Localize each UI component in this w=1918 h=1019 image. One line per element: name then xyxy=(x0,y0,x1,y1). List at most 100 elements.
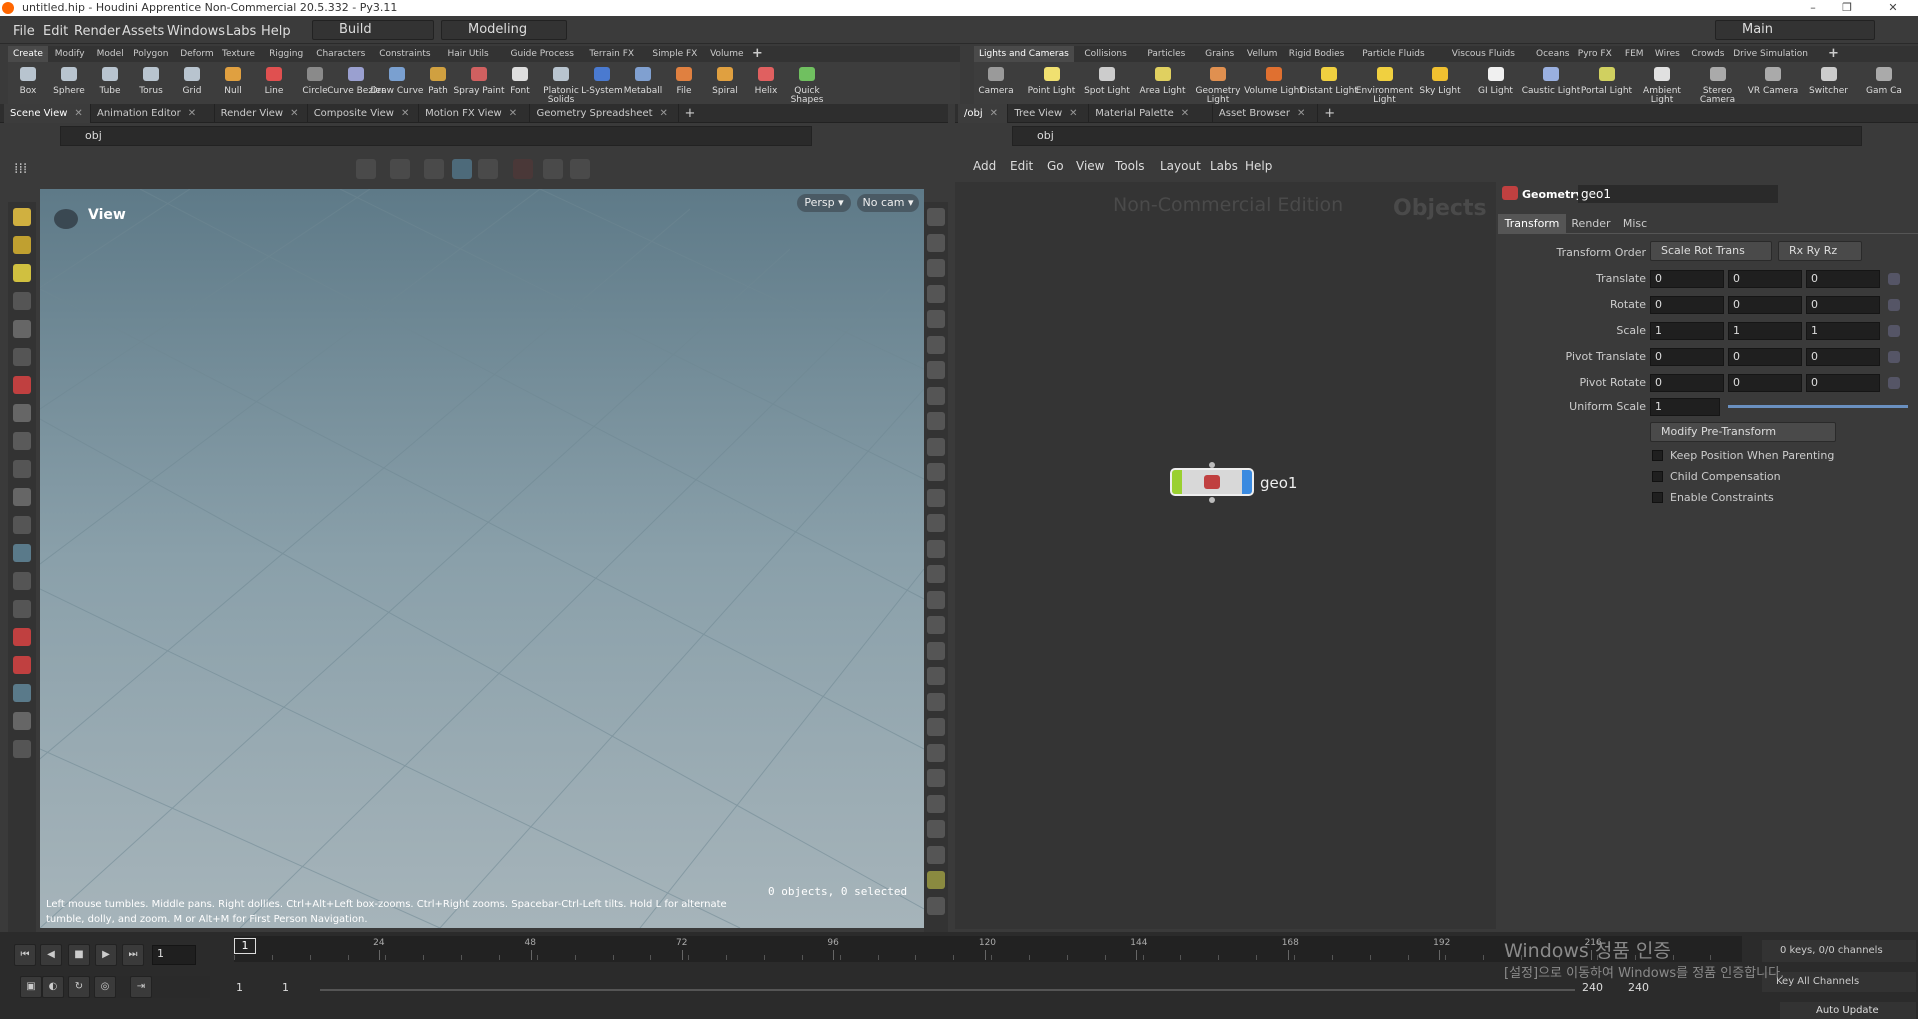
shelf-tab-pyro-fx[interactable]: Pyro FX xyxy=(1573,46,1617,62)
menu-edit[interactable]: Edit xyxy=(43,24,68,39)
persp-button[interactable]: Persp ▾ xyxy=(797,194,851,212)
tool-null[interactable]: Null xyxy=(211,62,255,104)
param-rotate-y[interactable]: 0 xyxy=(1728,296,1802,314)
menu-render[interactable]: Render xyxy=(74,24,120,39)
pane-tab-tree-view[interactable]: Tree View ✕ xyxy=(1008,104,1090,123)
tool-metaball[interactable]: Metaball xyxy=(621,62,665,104)
param-tab-transform[interactable]: Transform xyxy=(1498,214,1566,233)
right-path-field[interactable]: obj xyxy=(1012,126,1862,146)
shelf-tab-create[interactable]: Create xyxy=(8,46,48,62)
shelf-tab-hair-utils[interactable]: Hair Utils xyxy=(443,46,494,62)
select-icon[interactable] xyxy=(356,159,376,179)
right-tool-10-icon[interactable] xyxy=(927,463,945,481)
param-scale-x[interactable]: 1 xyxy=(1650,322,1724,340)
shelf-tab-crowds[interactable]: Crowds xyxy=(1686,46,1729,62)
add-shelf-tab-button[interactable]: + xyxy=(747,46,768,62)
display-flag[interactable] xyxy=(1172,470,1182,494)
close-tab-icon[interactable]: ✕ xyxy=(990,108,998,119)
shelf-tab-texture[interactable]: Texture xyxy=(217,46,260,62)
left-tool-13-icon[interactable] xyxy=(13,572,31,590)
render-flag[interactable] xyxy=(1242,470,1252,494)
modify-pre-transform-button[interactable]: Modify Pre-Transform xyxy=(1650,422,1836,442)
left-tool-19-icon[interactable] xyxy=(13,740,31,758)
toggle-icon[interactable] xyxy=(478,159,498,179)
param-tab-misc[interactable]: Misc xyxy=(1616,214,1654,233)
right-tool-26-icon[interactable] xyxy=(927,871,945,889)
left-tool-11-icon[interactable] xyxy=(13,516,31,534)
tool-line[interactable]: Line xyxy=(252,62,296,104)
tool-spot-light[interactable]: Spot Light xyxy=(1084,62,1130,104)
shelf-tab-drive-simulation[interactable]: Drive Simulation xyxy=(1728,46,1813,62)
tool-grid[interactable]: Grid xyxy=(170,62,214,104)
pose-icon[interactable] xyxy=(390,159,410,179)
checkbox-child-compensation[interactable] xyxy=(1652,471,1663,482)
param-pivot-rotate-x[interactable]: 0 xyxy=(1650,374,1724,392)
network-menu-help[interactable]: Help xyxy=(1245,159,1272,173)
right-tool-12-icon[interactable] xyxy=(927,514,945,532)
node-geo1[interactable] xyxy=(1170,468,1254,496)
add-pane-tab-button[interactable]: + xyxy=(679,104,702,123)
play-back-button[interactable]: ◀ xyxy=(40,944,62,966)
tool-area-light[interactable]: Area Light xyxy=(1139,62,1186,104)
tool-box[interactable]: Box xyxy=(6,62,50,104)
maximize-button[interactable]: ❐ xyxy=(1832,0,1862,16)
uniform-scale-slider[interactable] xyxy=(1728,405,1908,408)
right-tool-27-icon[interactable] xyxy=(927,896,945,915)
right-tool-4-icon[interactable] xyxy=(927,310,945,328)
right-tool-2-icon[interactable] xyxy=(927,259,945,277)
add-pane-tab-button[interactable]: + xyxy=(1318,104,1341,123)
node-name-field[interactable]: geo1 xyxy=(1578,185,1778,203)
audio-icon[interactable]: ◐ xyxy=(42,976,64,998)
shelf-tab-constraints[interactable]: Constraints xyxy=(374,46,435,62)
right-tool-14-icon[interactable] xyxy=(927,565,945,583)
checkbox-enable-constraints[interactable] xyxy=(1652,492,1663,503)
param-pivot-rotate-z[interactable]: 0 xyxy=(1806,374,1880,392)
right-tool-3-icon[interactable] xyxy=(927,284,945,303)
param-translate-y[interactable]: 0 xyxy=(1728,270,1802,288)
node-output-dot[interactable] xyxy=(1209,497,1215,503)
tool-environment-light[interactable]: Environment Light xyxy=(1356,62,1413,105)
shelf-tab-vellum[interactable]: Vellum xyxy=(1242,46,1282,62)
step-icon[interactable]: ⇥ xyxy=(130,976,152,998)
shelf-tab-polygon[interactable]: Polygon xyxy=(128,46,173,62)
left-tool-3-icon[interactable] xyxy=(13,292,31,310)
handle-icon[interactable] xyxy=(424,159,444,179)
playhead[interactable]: 1 xyxy=(234,938,256,954)
shelf-tab-viscous-fluids[interactable]: Viscous Fluids xyxy=(1447,46,1520,62)
close-tab-icon[interactable]: ✕ xyxy=(188,108,196,119)
right-tool-24-icon[interactable] xyxy=(927,820,945,838)
tool-gam-ca[interactable]: Gam Ca xyxy=(1862,62,1906,104)
shelf-tab-model[interactable]: Model xyxy=(92,46,129,62)
tool-tube[interactable]: Tube xyxy=(88,62,132,104)
right-tool-25-icon[interactable] xyxy=(927,845,945,864)
left-tool-16-icon[interactable] xyxy=(13,656,31,674)
settings-icon[interactable] xyxy=(570,159,590,179)
tool-geometry-light[interactable]: Geometry Light xyxy=(1196,62,1240,105)
right-tool-8-icon[interactable] xyxy=(927,412,945,430)
menu-labs[interactable]: Labs xyxy=(226,24,256,39)
key-all-channels[interactable]: Key All Channels xyxy=(1762,972,1916,992)
param-tab-render[interactable]: Render xyxy=(1560,214,1622,233)
network-editor[interactable]: Non-Commercial Edition Objects geo1 xyxy=(955,182,1496,929)
pane-tab-render-view[interactable]: Render View ✕ xyxy=(215,104,308,123)
param-scale-y[interactable]: 1 xyxy=(1728,322,1802,340)
right-tool-21-icon[interactable] xyxy=(927,743,945,762)
tool-sky-light[interactable]: Sky Light xyxy=(1418,62,1462,104)
param-rotate-x[interactable]: 0 xyxy=(1650,296,1724,314)
tool-l-system[interactable]: L-System xyxy=(580,62,624,104)
right-tool-19-icon[interactable] xyxy=(927,692,945,711)
network-menu-layout[interactable]: Layout xyxy=(1160,159,1201,173)
tool-stereo-camera[interactable]: Stereo Camera xyxy=(1696,62,1740,105)
shelf-tab-terrain-fx[interactable]: Terrain FX xyxy=(584,46,639,62)
jump-end-button[interactable]: ⏭ xyxy=(122,944,144,966)
tool-camera[interactable]: Camera xyxy=(974,62,1018,104)
left-tool-14-icon[interactable] xyxy=(13,600,31,618)
network-menu-view[interactable]: View xyxy=(1076,159,1104,173)
pane-tab-material-palette[interactable]: Material Palette ✕ xyxy=(1089,104,1213,123)
pane-tab-animation-editor[interactable]: Animation Editor ✕ xyxy=(91,104,215,123)
param-channel-icon[interactable] xyxy=(1888,299,1900,311)
close-button[interactable]: ✕ xyxy=(1878,0,1908,16)
play-button[interactable]: ▶ xyxy=(95,944,117,966)
menu-windows[interactable]: Windows xyxy=(167,24,225,39)
tool-quick-shapes[interactable]: Quick Shapes xyxy=(785,62,829,105)
